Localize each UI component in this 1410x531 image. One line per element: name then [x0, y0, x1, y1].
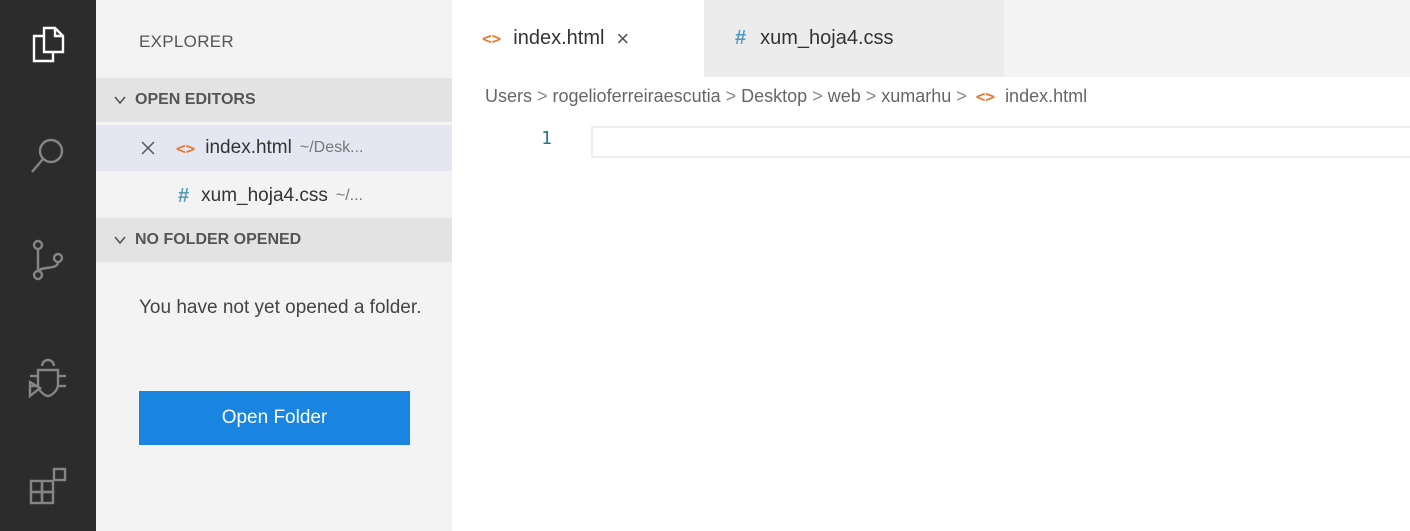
breadcrumb-separator: > — [725, 86, 737, 106]
breadcrumb-separator: > — [956, 86, 967, 106]
html-file-icon: <> — [482, 29, 502, 48]
css-file-icon: # — [178, 184, 190, 207]
open-folder-button[interactable]: Open Folder — [139, 391, 410, 445]
chevron-down-icon — [114, 96, 126, 105]
open-editor-name: index.html — [205, 137, 292, 158]
breadcrumb-item[interactable]: Users — [485, 86, 532, 107]
extensions-icon[interactable] — [26, 464, 70, 508]
breadcrumb-separator: > — [537, 86, 548, 106]
breadcrumb: Users > rogelioferreiraescutia > Desktop… — [485, 86, 1087, 107]
breadcrumb-item[interactable]: xumarhu — [881, 86, 951, 107]
open-editors-label: OPEN EDITORS — [135, 91, 256, 108]
line-number: 1 — [541, 128, 552, 149]
breadcrumb-item[interactable]: Desktop — [741, 86, 807, 107]
open-editor-item-xum-hoja4-css[interactable]: # xum_hoja4.css ~/... — [96, 173, 452, 219]
open-editor-dir: ~/Desk... — [299, 139, 364, 156]
breadcrumb-item[interactable]: web — [828, 86, 861, 107]
breadcrumb-separator: > — [812, 86, 823, 106]
open-editor-dir: ~/... — [335, 187, 363, 204]
open-editors-header[interactable]: OPEN EDITORS — [96, 78, 452, 122]
debug-icon[interactable] — [26, 356, 70, 400]
css-file-icon: # — [735, 27, 747, 49]
open-editor-item-index-html[interactable]: <> index.html ~/Desk... — [96, 125, 452, 171]
html-file-icon: <> — [176, 138, 196, 158]
tab-xum-hoja4-css[interactable]: # xum_hoja4.css — [704, 0, 1004, 77]
editor-area: <> index.html × # xum_hoja4.css Users > … — [452, 0, 1410, 531]
explorer-title: EXPLORER — [139, 32, 234, 51]
no-folder-message: You have not yet opened a folder. — [139, 297, 422, 318]
html-file-icon: <> — [975, 87, 996, 106]
search-icon[interactable] — [26, 134, 70, 178]
current-line-highlight[interactable] — [591, 126, 1410, 158]
open-editor-name: xum_hoja4.css — [201, 185, 328, 206]
chevron-down-icon — [114, 236, 126, 245]
activity-bar — [0, 0, 96, 531]
tab-close-icon[interactable]: × — [616, 26, 629, 52]
explorer-sidebar: EXPLORER OPEN EDITORS <> index.html ~/De… — [96, 0, 452, 531]
breadcrumb-item[interactable]: rogelioferreiraescutia — [553, 86, 721, 107]
explorer-icon[interactable] — [26, 22, 70, 66]
no-folder-opened-label: NO FOLDER OPENED — [135, 231, 302, 248]
tab-index-html[interactable]: <> index.html × — [452, 0, 704, 77]
tab-label: xum_hoja4.css — [760, 27, 894, 49]
source-control-icon[interactable] — [26, 238, 70, 282]
tab-label: index.html — [513, 27, 605, 49]
close-icon[interactable] — [140, 140, 156, 156]
breadcrumb-separator: > — [865, 86, 877, 106]
breadcrumb-file[interactable]: index.html — [1005, 86, 1087, 107]
no-folder-opened-header[interactable]: NO FOLDER OPENED — [96, 218, 452, 262]
tab-strip: <> index.html × # xum_hoja4.css — [452, 0, 1410, 77]
